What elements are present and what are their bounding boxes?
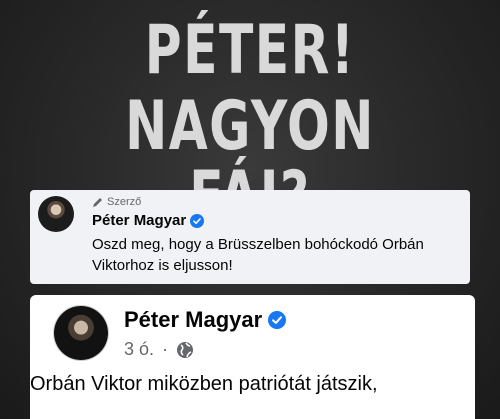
post-author-name[interactable]: Péter Magyar xyxy=(124,307,287,333)
author-tag: Szerző xyxy=(92,195,141,209)
verified-badge-icon xyxy=(190,213,205,228)
verified-badge-icon xyxy=(268,311,287,329)
meta-separator: · xyxy=(162,339,169,359)
post-meta: 3 ó. · xyxy=(124,339,194,360)
post-avatar[interactable] xyxy=(54,306,108,360)
comment-text: Oszd meg, hogy a Brüsszelben bohóckodó O… xyxy=(92,236,424,274)
globe-icon[interactable] xyxy=(176,341,194,359)
post-card: Péter Magyar 3 ó. · Orbán Viktor miközbe… xyxy=(30,295,475,419)
comment-avatar[interactable] xyxy=(38,196,74,232)
pencil-icon xyxy=(93,198,102,207)
comment-author-name-text[interactable]: Péter Magyar xyxy=(92,212,186,229)
post-text: Orbán Viktor miközben patriótát játszik, xyxy=(30,373,378,395)
headline-line-1: PÉTER! xyxy=(144,11,356,90)
comment-author-name[interactable]: Péter Magyar xyxy=(92,212,205,229)
post-author-name-text[interactable]: Péter Magyar xyxy=(124,307,262,333)
post-timestamp[interactable]: 3 ó. xyxy=(124,339,154,360)
comment-card: Szerző Péter Magyar Oszd meg, hogy a Brü… xyxy=(30,190,470,284)
author-tag-label: Szerző xyxy=(107,196,142,208)
